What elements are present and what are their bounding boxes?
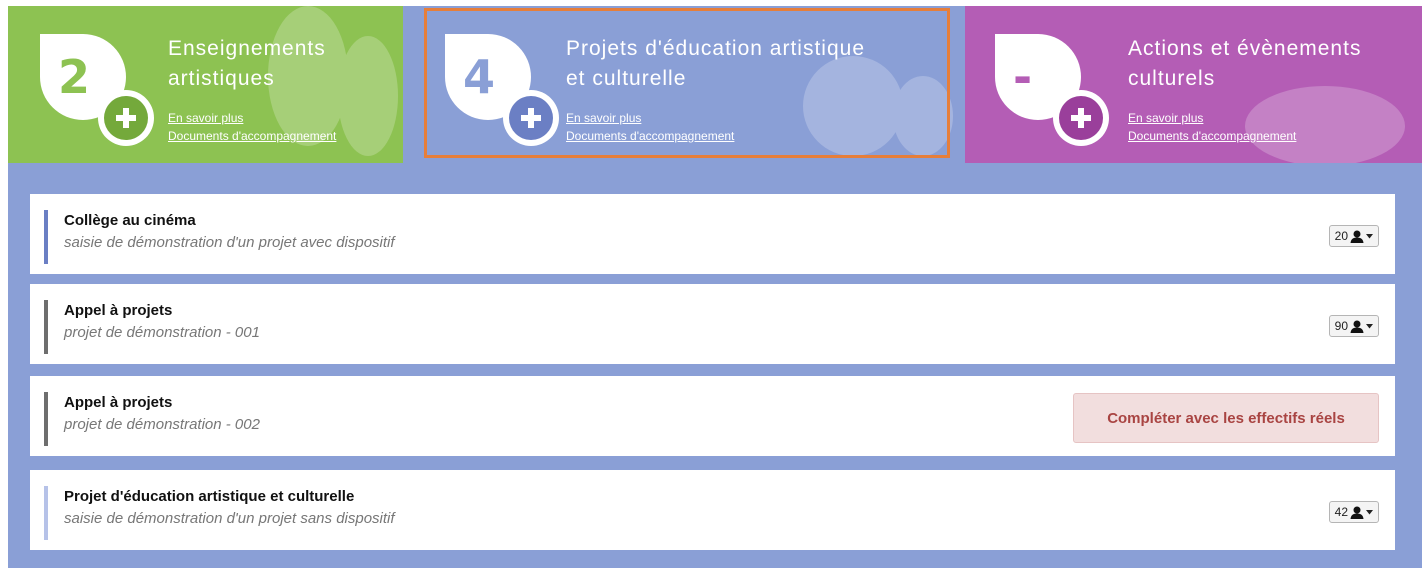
project-name[interactable]: Projet d'éducation artistique et culture… (64, 488, 354, 505)
effectif-dropdown-button[interactable]: 90 (1328, 315, 1379, 337)
effectif-count: 42 (1334, 505, 1348, 519)
tile-links: En savoir plus Documents d'accompagnemen… (1128, 109, 1296, 145)
add-icon[interactable] (1053, 90, 1109, 146)
tile-title: Actions et évènements culturels (1128, 37, 1362, 90)
project-card[interactable]: Projet d'éducation artistique et culture… (30, 470, 1395, 550)
en-savoir-plus-link[interactable]: En savoir plus (168, 109, 336, 127)
add-icon[interactable] (98, 90, 154, 146)
project-card[interactable]: Collège au cinéma saisie de démonstratio… (30, 194, 1395, 274)
user-icon (1350, 320, 1364, 333)
caret-down-icon (1366, 233, 1373, 238)
user-icon (1350, 230, 1364, 243)
completer-effectifs-button[interactable]: Compléter avec les effectifs réels (1073, 393, 1379, 443)
project-name[interactable]: Appel à projets (64, 394, 172, 411)
tile-title: Projets d'éducation artistique et cultur… (566, 37, 866, 90)
badge-number: 4 (463, 50, 496, 104)
project-name[interactable]: Collège au cinéma (64, 212, 196, 229)
documents-accompagnement-link[interactable]: Documents d'accompagnement (168, 127, 336, 145)
status-bar (44, 210, 48, 264)
effectif-count: 20 (1334, 229, 1348, 243)
status-bar (44, 392, 48, 446)
effectif-dropdown-button[interactable]: 20 (1328, 225, 1379, 247)
tile-links: En savoir plus Documents d'accompagnemen… (168, 109, 336, 145)
tile-links: En savoir plus Documents d'accompagnemen… (566, 109, 734, 145)
tile-actions-evenements-culturels[interactable]: - Actions et évènements culturels En sav… (965, 6, 1422, 163)
dispositif-count-badge: - (995, 34, 1109, 146)
caret-down-icon (1366, 509, 1373, 514)
badge-number: - (1013, 50, 1033, 104)
documents-accompagnement-link[interactable]: Documents d'accompagnement (1128, 127, 1296, 145)
caret-down-icon (1366, 323, 1373, 328)
project-card[interactable]: Appel à projets projet de démonstration … (30, 284, 1395, 364)
en-savoir-plus-link[interactable]: En savoir plus (566, 109, 734, 127)
badge-number: 2 (58, 50, 91, 104)
page-frame: 2 Enseignements artistiques En savoir pl… (8, 6, 1422, 568)
dispositif-count-badge: 2 (40, 34, 154, 146)
tile-projets-education-artistique[interactable]: 4 Projets d'éducation artistique et cult… (423, 6, 953, 163)
user-icon (1350, 506, 1364, 519)
project-subtitle: projet de démonstration - 001 (64, 324, 260, 341)
en-savoir-plus-link[interactable]: En savoir plus (1128, 109, 1296, 127)
project-subtitle: saisie de démonstration d'un projet sans… (64, 510, 395, 527)
dispositif-count-badge: 4 (445, 34, 559, 146)
project-subtitle: saisie de démonstration d'un projet avec… (64, 234, 395, 251)
tile-enseignements-artistiques[interactable]: 2 Enseignements artistiques En savoir pl… (8, 6, 403, 163)
effectif-count: 90 (1334, 319, 1348, 333)
project-subtitle: projet de démonstration - 002 (64, 416, 260, 433)
add-icon[interactable] (503, 90, 559, 146)
status-bar (44, 300, 48, 354)
status-bar (44, 486, 48, 540)
documents-accompagnement-link[interactable]: Documents d'accompagnement (566, 127, 734, 145)
project-name[interactable]: Appel à projets (64, 302, 172, 319)
tile-title: Enseignements artistiques (168, 37, 326, 90)
project-card[interactable]: Appel à projets projet de démonstration … (30, 376, 1395, 456)
effectif-dropdown-button[interactable]: 42 (1328, 501, 1379, 523)
